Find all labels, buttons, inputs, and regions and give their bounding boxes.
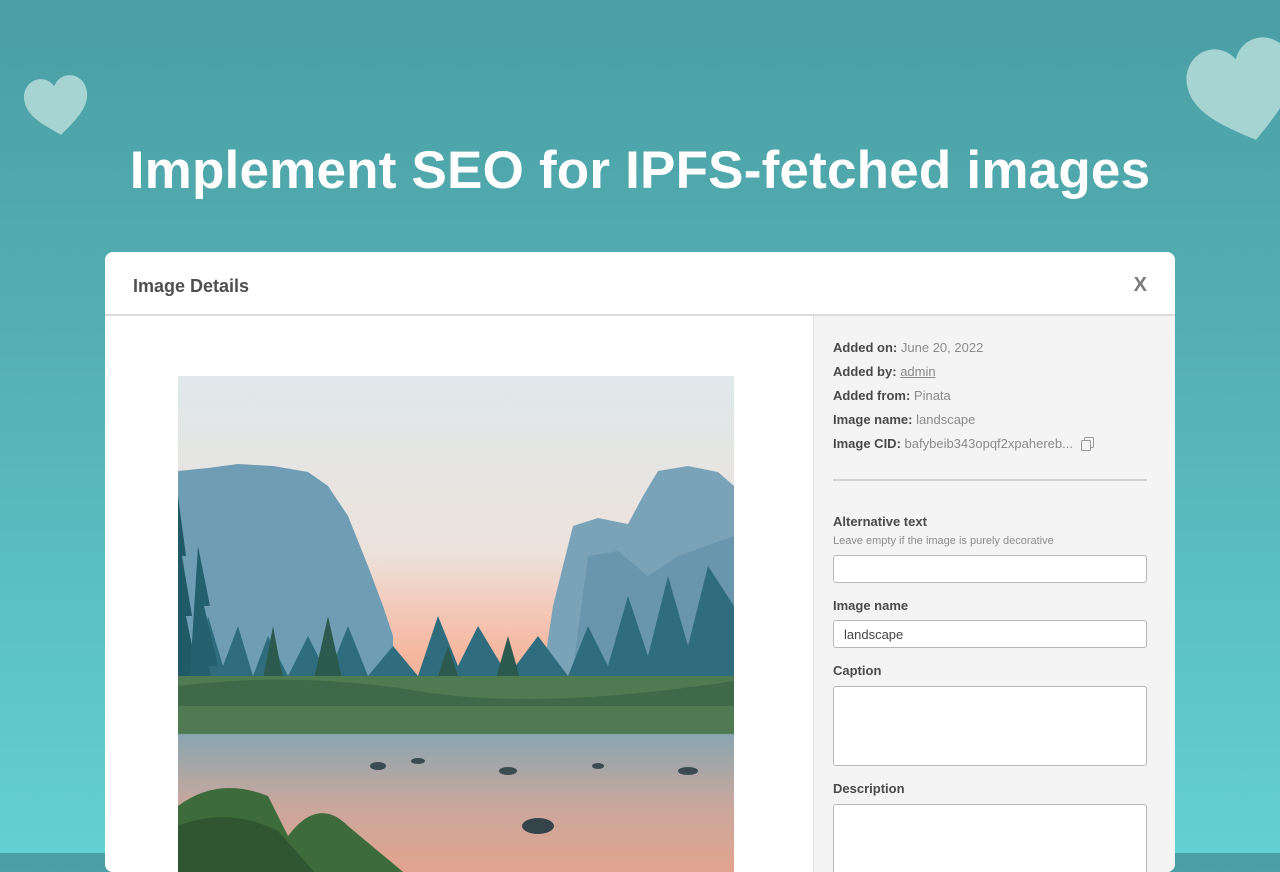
image-name-value: landscape [916,412,976,427]
added-on-row: Added on: June 20, 2022 [833,340,1153,364]
caption-textarea[interactable] [833,686,1147,766]
image-details-modal: Image Details X Added on: June 20, 2022 … [105,252,1175,872]
description-label: Description [833,781,905,796]
image-name-field-label: Image name [833,598,909,613]
image-cid-row: Image CID: bafybeib343opqf2xpahereb... [833,436,1153,460]
added-from-row: Added from: Pinata [833,388,1153,412]
heart-icon [23,75,88,135]
modal-header: Image Details X [105,252,1175,316]
added-from-label: Added from: [833,388,911,403]
alt-text-label: Alternative text [833,514,927,529]
caption-label: Caption [833,663,882,678]
modal-title: Image Details [133,276,250,296]
page-headline: Implement SEO for IPFS-fetched images [129,141,1151,200]
section-divider [833,479,1147,481]
image-name-row: Image name: landscape [833,412,1153,436]
copy-icon[interactable] [1080,437,1094,451]
image-cid-label: Image CID: [833,436,901,451]
added-from-value: Pinata [913,388,951,403]
added-on-label: Added on: [833,340,898,355]
added-by-link[interactable]: admin [900,364,935,379]
details-sidebar: Added on: June 20, 2022 Added by: admin … [813,316,1175,872]
image-name-label: Image name: [833,412,913,427]
added-on-value: June 20, 2022 [900,340,984,355]
image-metadata: Added on: June 20, 2022 Added by: admin … [833,340,1153,460]
landscape-image [178,376,734,872]
image-preview-pane [105,316,813,872]
alt-text-input[interactable] [833,555,1147,583]
alt-text-hint: Leave empty if the image is purely decor… [833,535,1054,547]
image-name-input[interactable] [833,620,1147,648]
description-textarea[interactable] [833,804,1147,872]
added-by-row: Added by: admin [833,364,1153,388]
image-cid-value: bafybeib343opqf2xpahereb... [904,436,1073,451]
added-by-label: Added by: [833,364,897,379]
close-button[interactable]: X [1134,274,1147,297]
